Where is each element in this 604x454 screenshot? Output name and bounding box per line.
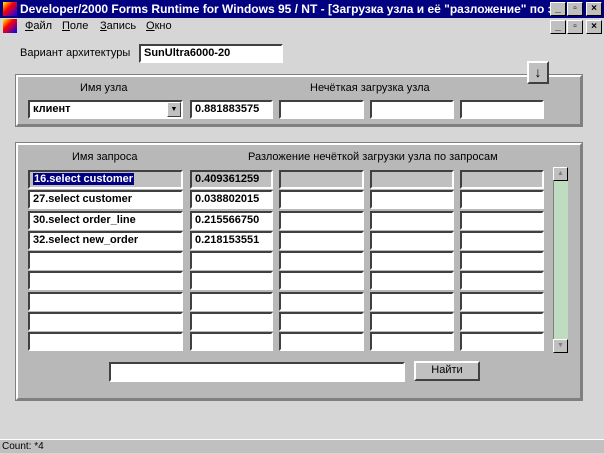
query-load-field[interactable] xyxy=(460,332,544,351)
query-load-field[interactable]: 0.218153551 xyxy=(190,231,273,250)
node-load-field[interactable] xyxy=(279,100,364,119)
query-load-field[interactable] xyxy=(460,190,544,209)
menu-record[interactable]: Запись xyxy=(100,18,136,35)
query-load-field[interactable] xyxy=(370,332,454,351)
query-name-field[interactable] xyxy=(28,292,183,311)
query-name-field[interactable] xyxy=(28,271,183,290)
scroll-up-icon[interactable]: ▲ xyxy=(553,167,568,181)
node-load-field[interactable] xyxy=(460,100,544,119)
window-title: Developer/2000 Forms Runtime for Windows… xyxy=(20,2,564,16)
query-load-field[interactable] xyxy=(370,211,454,230)
maximize-button[interactable]: ▫ xyxy=(567,2,583,16)
menu-window[interactable]: Окно xyxy=(146,18,172,35)
close-button[interactable]: × xyxy=(586,2,602,16)
query-load-field[interactable] xyxy=(370,231,454,250)
app-icon xyxy=(3,2,17,16)
node-load-field[interactable]: 0.881883575 xyxy=(190,100,273,119)
find-button[interactable]: Найти xyxy=(414,361,480,381)
query-load-field[interactable] xyxy=(190,332,273,351)
query-name-label: Имя запроса xyxy=(72,151,138,163)
down-arrow-button[interactable]: ↓ xyxy=(527,61,549,84)
query-load-field[interactable] xyxy=(279,271,364,290)
query-load-field[interactable] xyxy=(279,312,364,331)
query-load-field[interactable] xyxy=(279,190,364,209)
architecture-field[interactable]: SunUltra6000-20 xyxy=(139,44,283,63)
query-name-text: 27.select customer xyxy=(33,193,133,205)
title-bar: Developer/2000 Forms Runtime for Windows… xyxy=(0,0,604,18)
minimize-button[interactable]: _ xyxy=(550,2,566,16)
query-load-field[interactable] xyxy=(279,231,364,250)
search-input[interactable] xyxy=(109,362,405,382)
node-load-label: Нечёткая загрузка узла xyxy=(310,82,430,94)
query-load-field[interactable] xyxy=(190,271,273,290)
query-load-field[interactable] xyxy=(279,292,364,311)
query-load-field[interactable] xyxy=(460,170,544,189)
query-name-field[interactable]: 30.select order_line xyxy=(28,211,183,230)
scroll-down-icon[interactable]: ▼ xyxy=(553,339,568,353)
query-load-field[interactable] xyxy=(460,292,544,311)
status-text: Count: *4 xyxy=(2,441,44,452)
query-name-text: 16.select customer xyxy=(33,173,135,185)
chevron-down-icon[interactable]: ▼ xyxy=(167,102,181,117)
menu-bar: Файл Поле Запись Окно _ ▫ × xyxy=(0,18,604,35)
query-load-field[interactable] xyxy=(460,271,544,290)
query-load-field[interactable] xyxy=(370,292,454,311)
decomposition-label: Разложение нечёткой загрузки узла по зап… xyxy=(248,151,498,163)
menu-field[interactable]: Поле xyxy=(62,18,88,35)
menu-file[interactable]: Файл xyxy=(25,18,52,35)
architecture-label: Вариант архитектуры xyxy=(20,47,131,59)
query-load-field[interactable]: 0.038802015 xyxy=(190,190,273,209)
query-load-field[interactable]: 0.215566750 xyxy=(190,211,273,230)
query-load-field[interactable] xyxy=(190,251,273,270)
doc-close-button[interactable]: × xyxy=(586,20,602,34)
node-select-value: клиент xyxy=(33,103,71,115)
query-load-field[interactable] xyxy=(460,211,544,230)
document-icon xyxy=(3,19,17,33)
query-name-field[interactable] xyxy=(28,251,183,270)
query-name-text: 32.select new_order xyxy=(33,234,139,246)
query-load-field[interactable] xyxy=(370,170,454,189)
query-load-field[interactable] xyxy=(460,312,544,331)
query-name-field[interactable] xyxy=(28,332,183,351)
query-load-field[interactable] xyxy=(370,271,454,290)
query-load-field[interactable] xyxy=(370,312,454,331)
query-load-field[interactable] xyxy=(279,251,364,270)
query-load-field[interactable] xyxy=(190,312,273,331)
doc-maximize-button[interactable]: ▫ xyxy=(567,20,583,34)
query-load-field[interactable] xyxy=(460,231,544,250)
query-load-field[interactable] xyxy=(460,251,544,270)
doc-minimize-button[interactable]: _ xyxy=(550,20,566,34)
query-load-field[interactable] xyxy=(190,292,273,311)
query-name-field[interactable] xyxy=(28,312,183,331)
node-name-label: Имя узла xyxy=(80,82,128,94)
scrollbar[interactable]: ▲ ▼ xyxy=(553,167,568,353)
query-load-field[interactable] xyxy=(370,190,454,209)
status-bar: Count: *4 xyxy=(0,439,604,453)
query-load-field[interactable] xyxy=(279,170,364,189)
query-name-text: 30.select order_line xyxy=(33,214,136,226)
query-load-field[interactable] xyxy=(279,332,364,351)
query-name-field[interactable]: 16.select customer xyxy=(28,170,183,189)
node-load-field[interactable] xyxy=(370,100,454,119)
query-name-field[interactable]: 32.select new_order xyxy=(28,231,183,250)
query-load-field[interactable] xyxy=(279,211,364,230)
query-name-field[interactable]: 27.select customer xyxy=(28,190,183,209)
query-load-field[interactable] xyxy=(370,251,454,270)
query-load-field[interactable]: 0.409361259 xyxy=(190,170,273,189)
node-select[interactable]: клиент ▼ xyxy=(28,100,183,119)
